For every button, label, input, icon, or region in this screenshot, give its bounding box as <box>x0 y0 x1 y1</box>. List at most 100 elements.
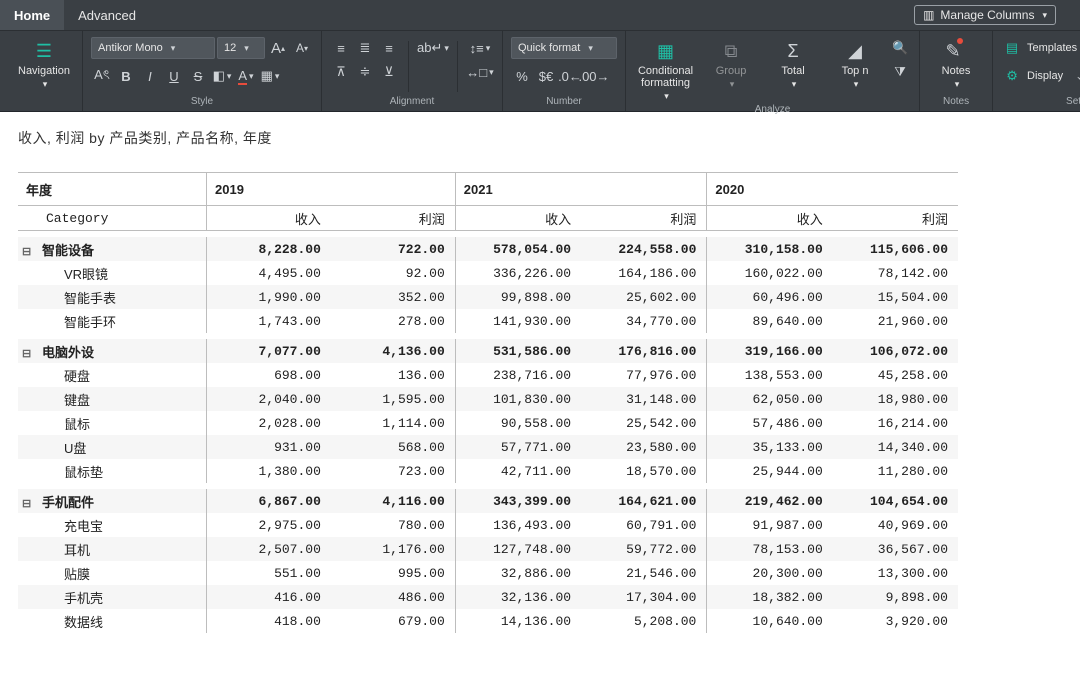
valign-top-icon[interactable]: ⊼ <box>330 61 352 83</box>
category-row[interactable]: ⊟手机配件6,867.004,116.00343,399.00164,621.0… <box>18 489 958 513</box>
cell[interactable]: 101,830.00 <box>455 387 581 411</box>
templates-button[interactable]: ▤ Templates <box>1001 37 1077 59</box>
cell[interactable]: 164,621.00 <box>581 489 707 513</box>
cell[interactable]: 5,208.00 <box>581 609 707 633</box>
cell[interactable]: 2,975.00 <box>207 513 331 537</box>
cell[interactable]: 127,748.00 <box>455 537 581 561</box>
cell[interactable]: 36,567.00 <box>833 537 958 561</box>
cell[interactable]: 224,558.00 <box>581 237 707 261</box>
cell[interactable]: 319,166.00 <box>707 339 833 363</box>
cell[interactable]: 4,116.00 <box>331 489 455 513</box>
cell[interactable]: 11,280.00 <box>833 459 958 483</box>
cell[interactable]: 20,300.00 <box>707 561 833 585</box>
cell[interactable]: 21,960.00 <box>833 309 958 333</box>
col-year[interactable]: 2020 <box>707 173 958 206</box>
tab-advanced[interactable]: Advanced <box>64 0 150 30</box>
cell[interactable]: 416.00 <box>207 585 331 609</box>
col-measure[interactable]: 收入 <box>207 206 331 231</box>
cell[interactable]: 32,886.00 <box>455 561 581 585</box>
cell[interactable]: 115,606.00 <box>833 237 958 261</box>
cell[interactable]: 57,486.00 <box>707 411 833 435</box>
table-row[interactable]: 充电宝2,975.00780.00136,493.0060,791.0091,9… <box>18 513 958 537</box>
cell[interactable]: 14,340.00 <box>833 435 958 459</box>
cell[interactable]: 18,980.00 <box>833 387 958 411</box>
cell[interactable]: 77,976.00 <box>581 363 707 387</box>
cell[interactable]: 343,399.00 <box>455 489 581 513</box>
cell[interactable]: 31,148.00 <box>581 387 707 411</box>
valign-middle-icon[interactable]: ≑ <box>354 61 376 83</box>
cell[interactable]: 2,040.00 <box>207 387 331 411</box>
collapse-icon[interactable]: ⊟ <box>22 347 36 360</box>
cell[interactable]: 91,987.00 <box>707 513 833 537</box>
cell[interactable]: 25,944.00 <box>707 459 833 483</box>
italic-button[interactable]: I <box>139 65 161 87</box>
cell[interactable]: 1,743.00 <box>207 309 331 333</box>
col-width-button[interactable]: ↔□▾ <box>466 61 494 83</box>
increase-font-icon[interactable]: A▴ <box>267 37 289 59</box>
cell[interactable]: 141,930.00 <box>455 309 581 333</box>
line-spacing-button[interactable]: ↕≡▾ <box>466 37 494 59</box>
top-n-button[interactable]: ◢ Top n▾ <box>827 37 883 92</box>
font-color-button[interactable]: A▾ <box>235 65 257 87</box>
col-year[interactable]: 2019 <box>207 173 456 206</box>
currency-button[interactable]: $€ <box>535 65 557 87</box>
cell[interactable]: 578,054.00 <box>455 237 581 261</box>
cell[interactable]: 931.00 <box>207 435 331 459</box>
navigation-button[interactable]: ☰ Navigation ▾ <box>14 37 74 92</box>
col-year[interactable]: 2021 <box>455 173 707 206</box>
col-measure[interactable]: 收入 <box>707 206 833 231</box>
table-row[interactable]: 数据线418.00679.0014,136.005,208.0010,640.0… <box>18 609 958 633</box>
category-row[interactable]: ⊟电脑外设7,077.004,136.00531,586.00176,816.0… <box>18 339 958 363</box>
cell[interactable]: 238,716.00 <box>455 363 581 387</box>
fill-color-button[interactable]: ◧▾ <box>211 65 233 87</box>
cell[interactable]: 3,920.00 <box>833 609 958 633</box>
bold-button[interactable]: B <box>115 65 137 87</box>
cell[interactable]: 42,711.00 <box>455 459 581 483</box>
cell[interactable]: 34,770.00 <box>581 309 707 333</box>
cell[interactable]: 4,136.00 <box>331 339 455 363</box>
cell[interactable]: 2,507.00 <box>207 537 331 561</box>
cell[interactable]: 1,990.00 <box>207 285 331 309</box>
cell[interactable]: 1,114.00 <box>331 411 455 435</box>
col-measure[interactable]: 利润 <box>331 206 455 231</box>
cell[interactable]: 7,077.00 <box>207 339 331 363</box>
table-row[interactable]: 耳机2,507.001,176.00127,748.0059,772.0078,… <box>18 537 958 561</box>
collapse-icon[interactable]: ⊟ <box>22 245 36 258</box>
align-right-icon[interactable]: ≡ <box>378 37 400 59</box>
display-button[interactable]: ⚙ Display <box>1001 65 1063 87</box>
cell[interactable]: 531,586.00 <box>455 339 581 363</box>
quick-format-select[interactable]: Quick format▾ <box>511 37 617 59</box>
col-measure[interactable]: 利润 <box>833 206 958 231</box>
search-icon[interactable]: 🔍 <box>889 37 911 59</box>
cell[interactable]: 8,228.00 <box>207 237 331 261</box>
cell[interactable]: 92.00 <box>331 261 455 285</box>
table-row[interactable]: 鼠标垫1,380.00723.0042,711.0018,570.0025,94… <box>18 459 958 483</box>
group-button[interactable]: ⧉ Group▾ <box>703 37 759 92</box>
notes-button[interactable]: ✎ Notes▾ <box>928 37 984 92</box>
cell[interactable]: 60,791.00 <box>581 513 707 537</box>
cell[interactable]: 176,816.00 <box>581 339 707 363</box>
cell[interactable]: 60,496.00 <box>707 285 833 309</box>
cell[interactable]: 1,380.00 <box>207 459 331 483</box>
cell[interactable]: 25,542.00 <box>581 411 707 435</box>
wrap-text-button[interactable]: ab↵▾ <box>417 37 449 59</box>
cell[interactable]: 164,186.00 <box>581 261 707 285</box>
cell[interactable]: 310,158.00 <box>707 237 833 261</box>
table-row[interactable]: 手机壳416.00486.0032,136.0017,304.0018,382.… <box>18 585 958 609</box>
cell[interactable]: 136.00 <box>331 363 455 387</box>
manage-columns-button[interactable]: ▥ Manage Columns ▾ <box>914 5 1056 25</box>
table-row[interactable]: 智能手环1,743.00278.00141,930.0034,770.0089,… <box>18 309 958 333</box>
cell[interactable]: 160,022.00 <box>707 261 833 285</box>
cell[interactable]: 59,772.00 <box>581 537 707 561</box>
align-left-icon[interactable]: ≡ <box>330 37 352 59</box>
filter-icon[interactable]: ⧩ <box>889 61 911 83</box>
cell[interactable]: 136,493.00 <box>455 513 581 537</box>
cell[interactable]: 25,602.00 <box>581 285 707 309</box>
cell[interactable]: 698.00 <box>207 363 331 387</box>
cell[interactable]: 679.00 <box>331 609 455 633</box>
table-row[interactable]: 键盘2,040.001,595.00101,830.0031,148.0062,… <box>18 387 958 411</box>
cell[interactable]: 9,898.00 <box>833 585 958 609</box>
align-center-icon[interactable]: ≣ <box>354 37 376 59</box>
cell[interactable]: 2,028.00 <box>207 411 331 435</box>
clear-format-icon[interactable]: Aৎ <box>91 65 113 87</box>
